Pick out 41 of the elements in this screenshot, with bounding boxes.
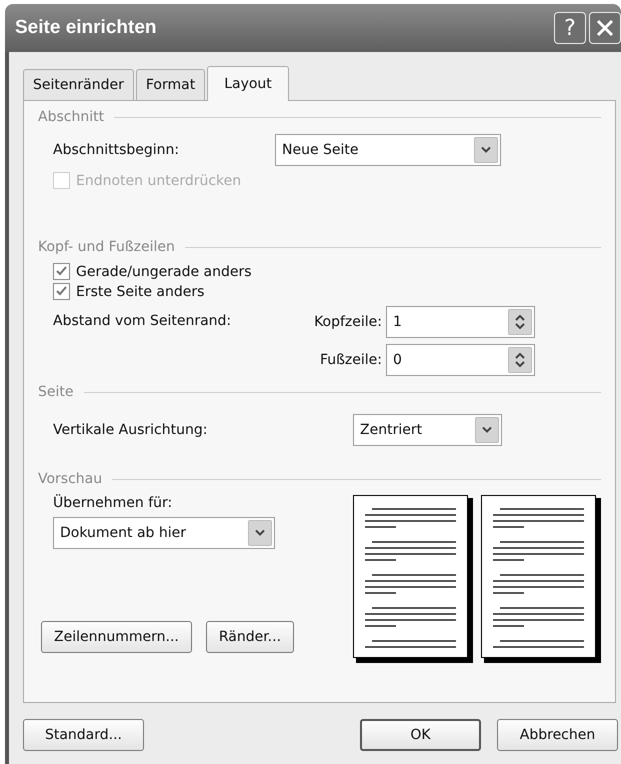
chevron-down-icon <box>480 146 492 154</box>
group-heading: Kopf- und Fußzeilen <box>38 239 175 255</box>
dialog-button[interactable]: OK <box>360 719 481 751</box>
field-label: Fußzeile: <box>320 352 382 368</box>
close-icon <box>595 18 615 38</box>
dialog-button[interactable]: Zeilennummern... <box>41 621 192 653</box>
tab[interactable]: Layout <box>207 66 289 101</box>
spin-field[interactable]: 0 <box>386 344 535 376</box>
up-down-arrows-icon <box>514 351 526 369</box>
group-heading: Vorschau <box>38 471 102 487</box>
spin-button[interactable] <box>508 347 532 373</box>
spin-button[interactable] <box>508 309 532 335</box>
close-button[interactable] <box>589 12 621 44</box>
dialog-button[interactable]: Abbrechen <box>497 719 618 751</box>
chevron-down-icon <box>481 426 493 434</box>
dropdown-field[interactable]: Zentriert <box>353 414 502 446</box>
field-label: Abstand vom Seitenrand: <box>53 312 232 331</box>
checkbox-option[interactable]: Gerade/ungerade anders <box>53 263 252 280</box>
chevron-down-icon <box>254 529 266 537</box>
dropdown-field[interactable]: Dokument ab hier <box>53 517 275 549</box>
dropdown-button[interactable] <box>248 520 272 546</box>
group-heading: Abschnitt <box>38 109 104 125</box>
dropdown-button[interactable] <box>475 417 499 443</box>
checkbox[interactable] <box>53 283 70 300</box>
field-label: Abschnittsbeginn: <box>53 142 180 158</box>
checkbox[interactable] <box>53 263 70 280</box>
spin-field[interactable]: 1 <box>386 306 535 338</box>
dropdown-button[interactable] <box>474 137 498 163</box>
dialog-button[interactable]: Standard... <box>23 719 144 751</box>
dialog-button[interactable]: Ränder... <box>206 621 294 653</box>
window-title: Seite einrichten <box>15 17 156 39</box>
field-label: Vertikale Ausrichtung: <box>53 422 208 438</box>
group-heading: Seite <box>38 384 74 400</box>
field-label: Übernehmen für: <box>53 495 174 511</box>
help-button[interactable]: ? <box>554 12 586 44</box>
dropdown-field[interactable]: Neue Seite <box>275 134 501 166</box>
checkbox-option[interactable]: Erste Seite anders <box>53 283 204 300</box>
tab[interactable]: Format <box>136 69 206 100</box>
tab[interactable]: Seitenränder <box>23 69 134 100</box>
up-down-arrows-icon <box>514 313 526 331</box>
field-label: Kopfzeile: <box>314 314 382 330</box>
